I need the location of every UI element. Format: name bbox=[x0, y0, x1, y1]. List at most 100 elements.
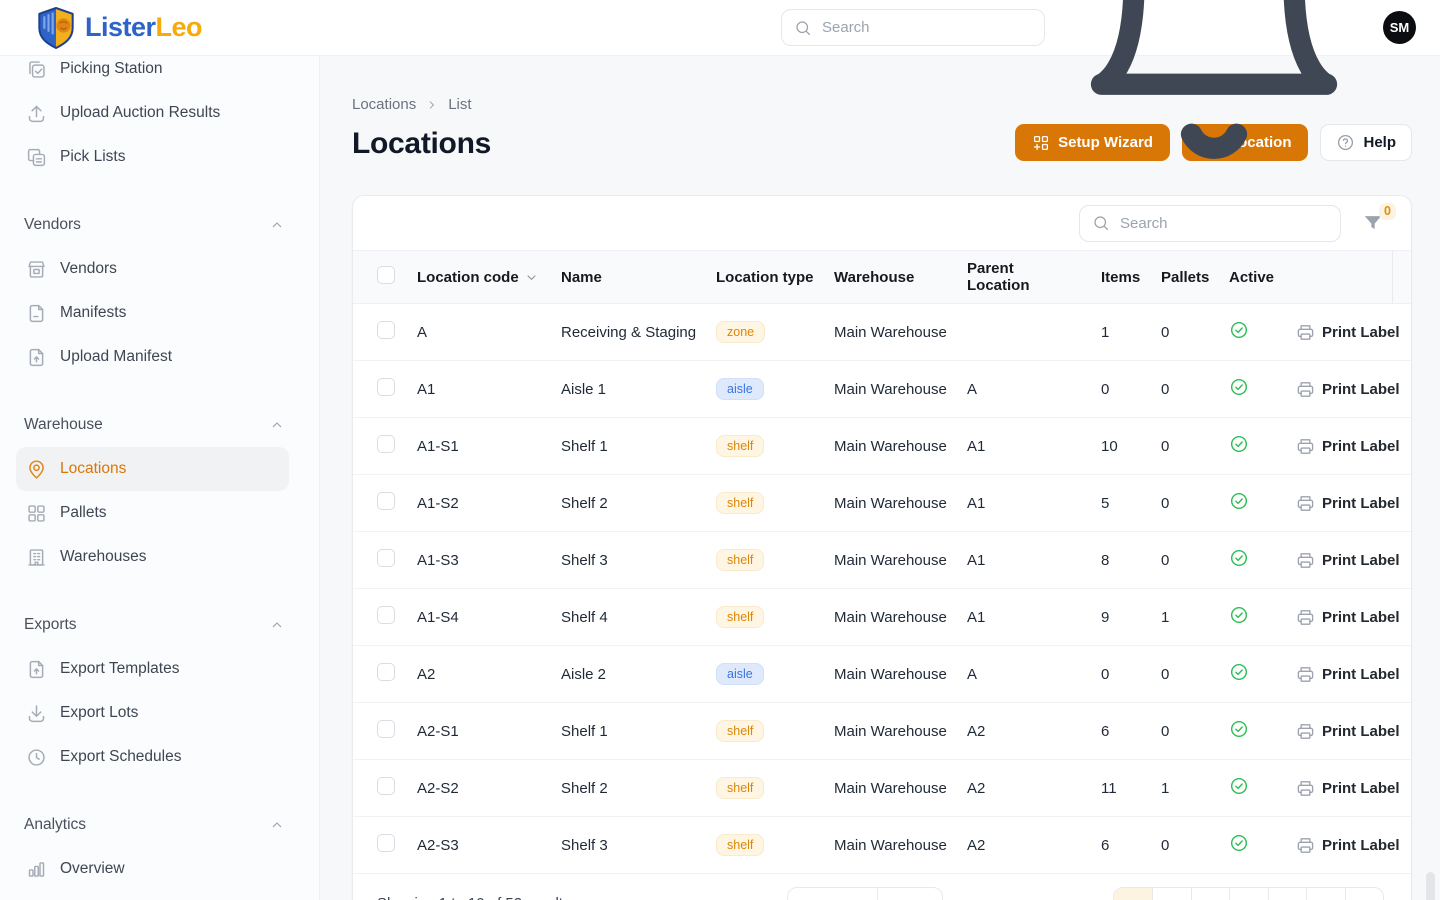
cell-pallets: 0 bbox=[1161, 494, 1170, 512]
pagination: 123456 bbox=[1112, 887, 1384, 900]
active-check-icon bbox=[1229, 662, 1249, 682]
sidebar-section-header-warehouse[interactable]: Warehouse bbox=[16, 403, 289, 447]
active-check-icon bbox=[1229, 377, 1249, 397]
user-avatar[interactable]: SM bbox=[1383, 11, 1416, 44]
location-type-badge: zone bbox=[716, 321, 766, 343]
sidebar-section-header-analytics[interactable]: Analytics bbox=[16, 803, 289, 847]
sidebar-section-header-vendors[interactable]: Vendors bbox=[16, 203, 289, 247]
table-row: A1-S3 Shelf 3 shelf Main Warehouse A1 8 0 Print… bbox=[353, 532, 1411, 589]
cell-warehouse: Main Warehouse bbox=[834, 323, 947, 341]
brand-logo[interactable]: ListerLeo bbox=[36, 6, 203, 50]
table-row: A1-S1 Shelf 1 shelf Main Warehouse A1 10 0 Prin… bbox=[353, 418, 1411, 475]
sidebar-item-export-lots[interactable]: Export Lots bbox=[16, 691, 289, 735]
cell-items: 9 bbox=[1101, 608, 1110, 626]
clock-icon bbox=[26, 747, 47, 768]
breadcrumb-locations[interactable]: Locations bbox=[352, 95, 416, 115]
column-header-location-code[interactable]: Location code bbox=[405, 269, 547, 286]
global-search-input[interactable] bbox=[822, 19, 1032, 36]
per-page-label: Per page bbox=[788, 888, 878, 900]
sidebar-item-label: Picking Station bbox=[60, 60, 163, 77]
row-checkbox[interactable] bbox=[377, 834, 395, 852]
sidebar-item-pallets[interactable]: Pallets bbox=[16, 491, 289, 535]
sidebar-item-locations[interactable]: Locations bbox=[16, 447, 289, 491]
sidebar-item-label: Pick Lists bbox=[60, 148, 126, 165]
table-row: A1 Aisle 1 aisle Main Warehouse A 0 0 Print Lab… bbox=[353, 361, 1411, 418]
row-checkbox[interactable] bbox=[377, 321, 395, 339]
row-checkbox[interactable] bbox=[377, 777, 395, 795]
print-label-button[interactable]: Print Label bbox=[1322, 381, 1400, 398]
sidebar-item-vendors[interactable]: Vendors bbox=[16, 247, 289, 291]
print-label-button[interactable]: Print Label bbox=[1322, 609, 1400, 626]
global-search bbox=[781, 9, 1045, 46]
row-checkbox[interactable] bbox=[377, 606, 395, 624]
sidebar-item-upload-auction-results[interactable]: Upload Auction Results bbox=[16, 91, 289, 135]
location-type-badge: shelf bbox=[716, 834, 765, 856]
page-button-4[interactable]: 4 bbox=[1229, 888, 1268, 900]
sidebar-item-picking-station[interactable]: Picking Station bbox=[16, 56, 289, 91]
cell-code: A2-S3 bbox=[417, 836, 459, 854]
print-label-button[interactable]: Print Label bbox=[1322, 837, 1400, 854]
grid-icon bbox=[26, 503, 47, 524]
cell-items: 1 bbox=[1101, 323, 1110, 341]
cell-name: Shelf 2 bbox=[561, 494, 608, 512]
row-checkbox[interactable] bbox=[377, 378, 395, 396]
row-checkbox[interactable] bbox=[377, 663, 395, 681]
page-button-1[interactable]: 1 bbox=[1113, 888, 1152, 900]
row-checkbox[interactable] bbox=[377, 435, 395, 453]
sidebar-item-overview[interactable]: Overview bbox=[16, 847, 289, 891]
cell-pallets: 0 bbox=[1161, 323, 1170, 341]
table-row: A2-S2 Shelf 2 shelf Main Warehouse A2 11 1 Prin… bbox=[353, 760, 1411, 817]
sidebar-item-label: Upload Manifest bbox=[60, 348, 173, 365]
notifications-bell-icon[interactable] bbox=[1064, 0, 1364, 178]
page-button-6[interactable]: 6 bbox=[1306, 888, 1345, 900]
filter-button[interactable]: 0 bbox=[1362, 203, 1396, 234]
row-checkbox[interactable] bbox=[377, 720, 395, 738]
location-type-badge: aisle bbox=[716, 663, 764, 685]
main-content: Locations List Locations Setup Wizard Ne… bbox=[320, 56, 1440, 900]
sidebar-item-pick-lists[interactable]: Pick Lists bbox=[16, 135, 289, 179]
print-label-button[interactable]: Print Label bbox=[1322, 780, 1400, 797]
document-icon bbox=[26, 303, 47, 324]
table-search-input[interactable] bbox=[1120, 214, 1328, 232]
sidebar-item-upload-manifest[interactable]: Upload Manifest bbox=[16, 335, 289, 379]
cell-parent: A bbox=[967, 665, 978, 683]
sidebar-item-export-templates[interactable]: Export Templates bbox=[16, 647, 289, 691]
sidebar-item-label: Pallets bbox=[60, 504, 107, 521]
print-label-button[interactable]: Print Label bbox=[1322, 324, 1400, 341]
page-scrollbar-thumb[interactable] bbox=[1426, 872, 1435, 900]
search-icon bbox=[794, 19, 812, 37]
document-upload-icon bbox=[26, 659, 47, 680]
print-label-button[interactable]: Print Label bbox=[1322, 495, 1400, 512]
print-label-button[interactable]: Print Label bbox=[1322, 552, 1400, 569]
page-button-5[interactable]: 5 bbox=[1267, 888, 1307, 900]
select-all-checkbox[interactable] bbox=[377, 266, 395, 284]
page-button-2[interactable]: 2 bbox=[1152, 888, 1191, 900]
print-label-button[interactable]: Print Label bbox=[1322, 666, 1400, 683]
row-checkbox[interactable] bbox=[377, 549, 395, 567]
print-label-button[interactable]: Print Label bbox=[1322, 438, 1400, 455]
sidebar-item-export-schedules[interactable]: Export Schedules bbox=[16, 735, 289, 779]
next-page-button[interactable] bbox=[1344, 888, 1384, 900]
sidebar-item-label: Export Lots bbox=[60, 704, 139, 721]
sidebar-item-label: Export Templates bbox=[60, 660, 180, 677]
download-icon bbox=[26, 703, 47, 724]
sidebar-item-warehouses[interactable]: Warehouses bbox=[16, 535, 289, 579]
row-checkbox[interactable] bbox=[377, 492, 395, 510]
sidebar-item-manifests[interactable]: Manifests bbox=[16, 291, 289, 335]
cell-items: 8 bbox=[1101, 551, 1110, 569]
cell-code: A1-S1 bbox=[417, 437, 459, 455]
print-label-button[interactable]: Print Label bbox=[1322, 723, 1400, 740]
cell-name: Shelf 1 bbox=[561, 722, 608, 740]
cell-items: 11 bbox=[1101, 779, 1117, 797]
sidebar-section-header-exports[interactable]: Exports bbox=[16, 603, 289, 647]
clipboard-check-icon bbox=[26, 59, 47, 80]
sidebar-item-label: Vendors bbox=[60, 260, 117, 277]
cell-items: 10 bbox=[1101, 437, 1118, 455]
per-page-select[interactable]: 10 bbox=[878, 888, 942, 900]
printer-icon bbox=[1296, 323, 1315, 342]
column-header-pallets: Pallets bbox=[1161, 268, 1210, 286]
table-row: A1-S2 Shelf 2 shelf Main Warehouse A1 5 0 Print… bbox=[353, 475, 1411, 532]
page-button-3[interactable]: 3 bbox=[1190, 888, 1230, 900]
location-type-badge: shelf bbox=[716, 492, 765, 514]
table-row: A1-S4 Shelf 4 shelf Main Warehouse A1 9 1 Print… bbox=[353, 589, 1411, 646]
